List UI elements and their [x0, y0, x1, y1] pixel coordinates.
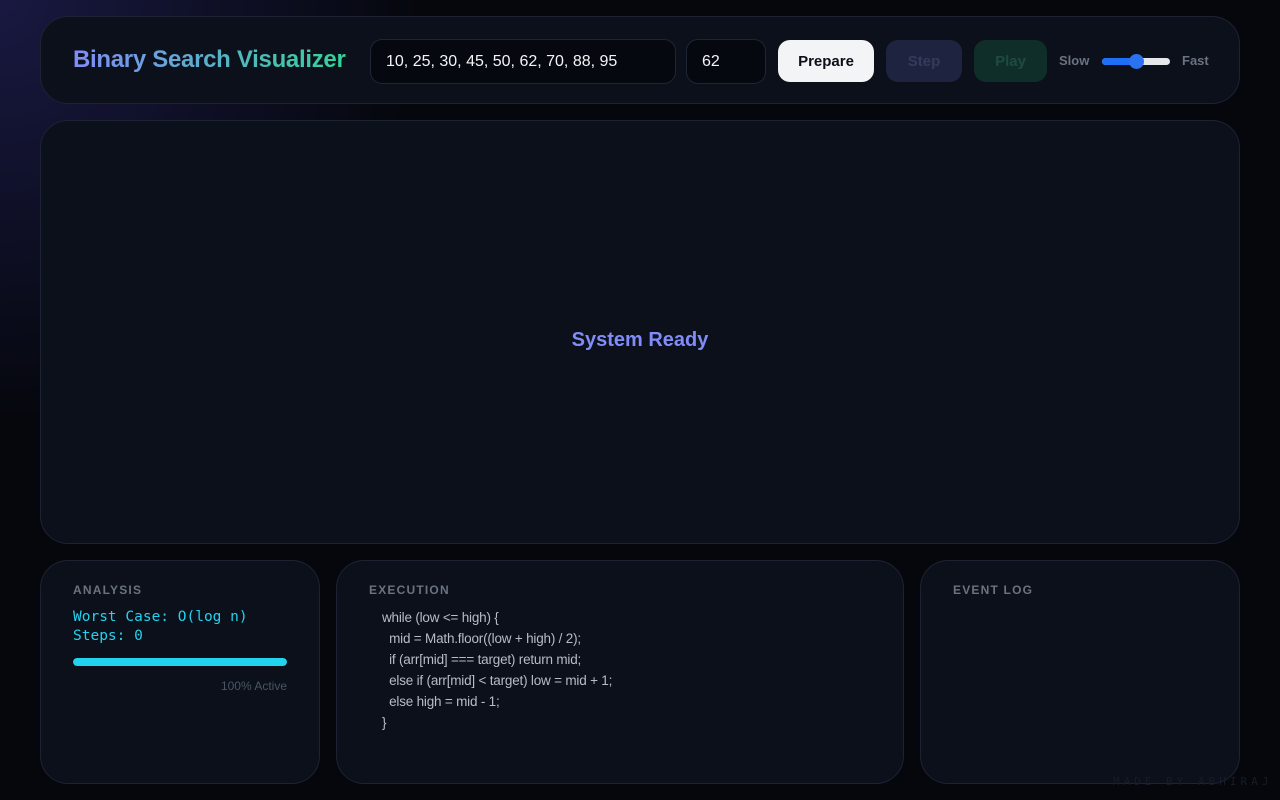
stage-status: System Ready	[571, 329, 709, 351]
code-line: if (arr[mid] === target) return mid;	[382, 652, 582, 667]
visualization-stage: System Ready	[40, 120, 1240, 544]
code-block: while (low <= high) { mid = Math.floor((…	[382, 610, 612, 736]
analysis-panel: ANALYSIS Worst Case: O(log n) Steps: 0 1…	[40, 560, 320, 784]
execution-title: EXECUTION	[369, 583, 450, 597]
code-line: mid = Math.floor((low + high) / 2);	[382, 631, 581, 646]
array-input[interactable]	[370, 39, 676, 84]
credit-text: MADE BY ABHIRAJ	[1113, 775, 1273, 788]
step-button[interactable]: Step	[886, 40, 962, 82]
event-log-panel: EVENT LOG	[920, 560, 1240, 784]
speed-slow-label: Slow	[1059, 53, 1090, 68]
execution-panel: EXECUTION while (low <= high) { mid = Ma…	[336, 560, 904, 784]
play-button[interactable]: Play	[974, 40, 1047, 82]
code-line: while (low <= high) {	[382, 610, 499, 625]
code-line: else high = mid - 1;	[382, 694, 500, 709]
speed-slider-thumb[interactable]	[1129, 54, 1144, 69]
code-line: }	[382, 715, 387, 730]
speed-fast-label: Fast	[1182, 53, 1209, 68]
target-input[interactable]	[686, 39, 766, 84]
event-log-title: EVENT LOG	[953, 583, 1034, 597]
analysis-title: ANALYSIS	[73, 583, 143, 597]
progress-bar-fill	[73, 658, 287, 666]
control-bar: Binary Search Visualizer Prepare Step Pl…	[40, 16, 1240, 104]
code-line: else if (arr[mid] < target) low = mid + …	[382, 673, 613, 688]
progress-bar	[73, 658, 287, 666]
progress-label: 100% Active	[220, 679, 287, 693]
app-title: Binary Search Visualizer	[73, 46, 346, 73]
steps-count: Steps: 0	[73, 628, 143, 644]
worst-case-text: Worst Case: O(log n)	[73, 609, 248, 625]
prepare-button[interactable]: Prepare	[778, 40, 874, 82]
